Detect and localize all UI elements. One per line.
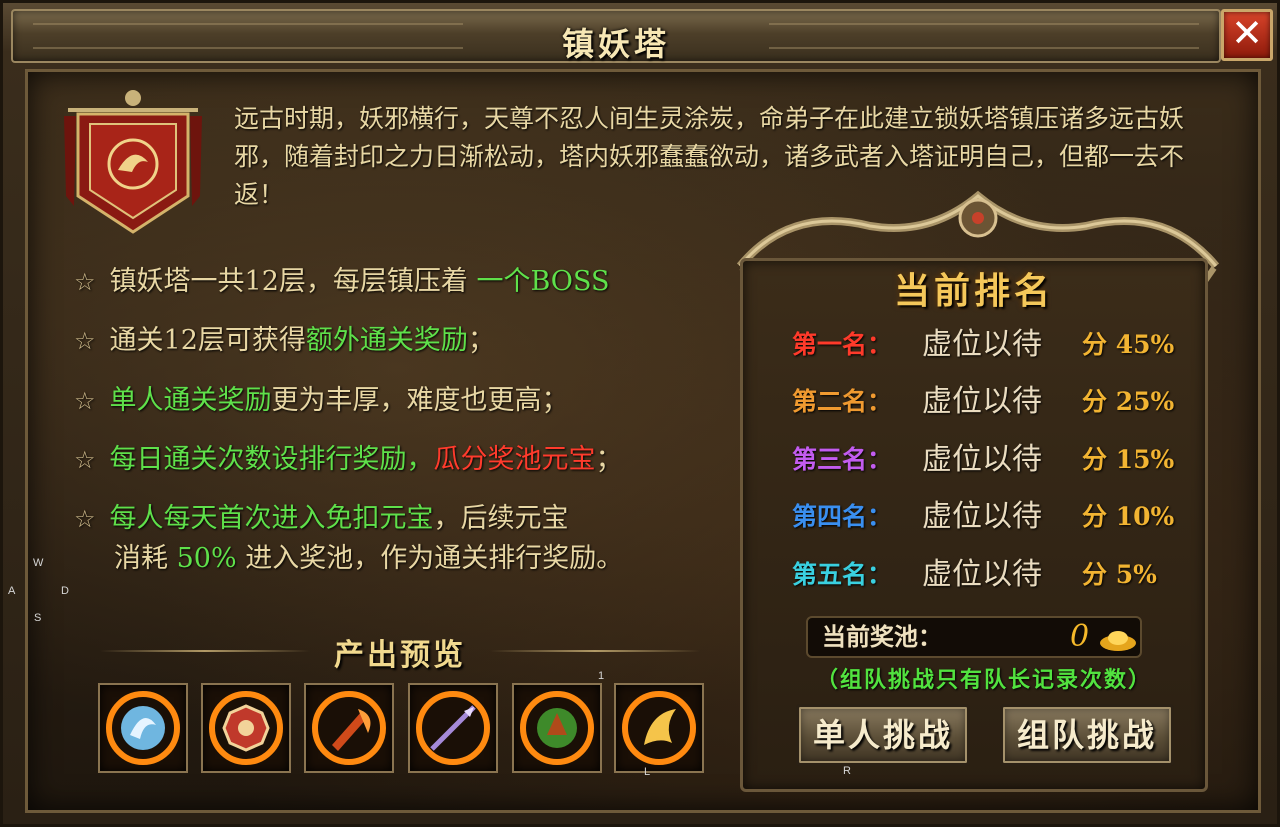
rule-solo: ☆ 单人通关奖励更为丰厚，难度也更高； [74,385,569,416]
reward-slot-2[interactable] [201,683,291,773]
rule-floors: ☆ 镇妖塔一共12层，每层镇压着 一个BOSS [74,266,610,297]
green-orb-icon [520,691,594,765]
team-challenge-button[interactable]: 组队挑战 [1000,704,1174,766]
prize-pool-label: 当前奖池： [822,622,942,651]
rank-row-1: 第一名： 虚位以待 分 45% [792,327,1175,362]
rule-daily-ranking: ☆ 每日通关次数设排行奖励，瓜分奖池元宝； [74,444,623,475]
rank-row-5: 第五名： 虚位以待 分 5% [792,557,1157,592]
team-note: （组队挑战只有队长记录次数） [815,667,1152,693]
reward-slot-5[interactable] [512,683,602,773]
rule-clear-reward: ☆ 通关12层可获得额外通关奖励； [74,325,495,356]
golden-wing-icon [622,691,696,765]
rank-row-4: 第四名： 虚位以待 分 10% [792,499,1175,534]
reward-slot-3[interactable] [304,683,394,773]
star-icon: ☆ [74,446,96,474]
rank-row-2: 第二名： 虚位以待 分 25% [792,384,1175,419]
key-hint-s: S [34,612,42,624]
preview-title: 产出预览 [334,638,466,673]
solo-challenge-button[interactable]: 单人挑战 [796,704,970,766]
key-hint-r: R [843,765,851,777]
gold-ingot-icon [1100,631,1136,651]
key-hint-a: A [8,585,16,597]
banner-emblem-icon [64,90,202,234]
star-icon: ☆ [74,387,96,415]
window-title: 镇妖塔 [561,25,670,63]
reward-slot-1[interactable] [98,683,188,773]
axe-icon [312,691,386,765]
key-hint-d: D [61,585,69,597]
reward-slot-6[interactable] [614,683,704,773]
dragon-icon [106,691,180,765]
spear-icon [416,691,490,765]
title-bar: 镇妖塔 [11,9,1221,63]
close-button[interactable]: ✕ [1221,9,1273,61]
close-icon: ✕ [1231,11,1263,55]
prize-pool-value: 0 [1070,619,1090,654]
rank-row-3: 第三名： 虚位以待 分 15% [792,442,1175,477]
bagua-icon [209,691,283,765]
rule-entry-fee-cont: 消耗 50% 进入奖池，作为通关排行奖励。 [114,543,624,574]
reward-slot-4[interactable] [408,683,498,773]
key-hint-w: W [33,557,44,569]
key-hint-1: 1 [598,670,605,682]
star-icon: ☆ [74,268,96,296]
ranking-title: 当前排名 [893,270,1054,312]
star-icon: ☆ [74,327,96,355]
key-hint-l: L [644,766,651,778]
rule-entry-fee: ☆ 每人每天首次进入免扣元宝，后续元宝 [74,503,569,534]
prize-pool: 当前奖池： 0 [806,616,1142,658]
star-icon: ☆ [74,505,96,533]
